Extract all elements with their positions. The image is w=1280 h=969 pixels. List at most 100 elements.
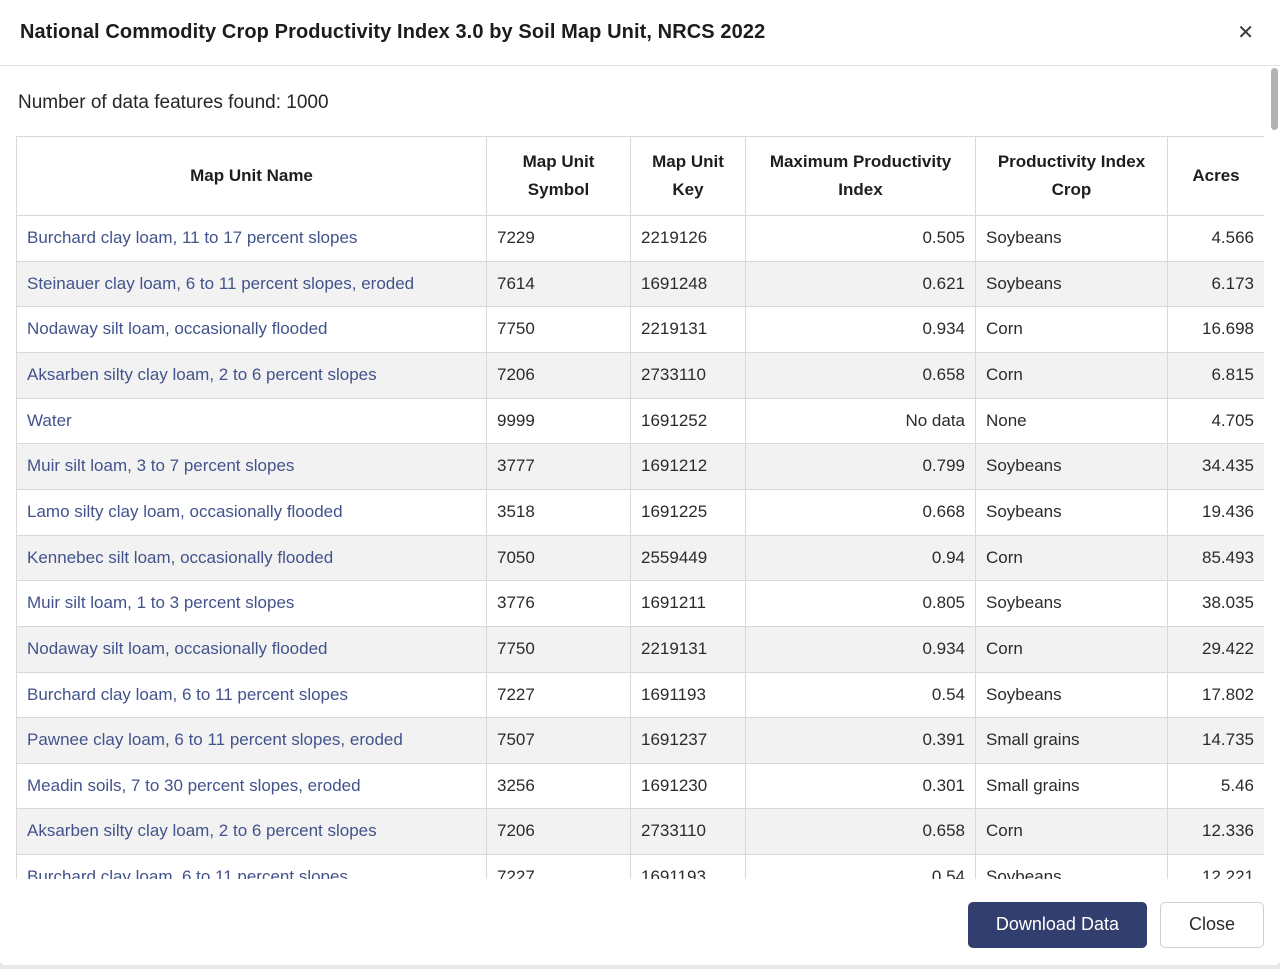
- max-productivity-index-cell: 0.799: [745, 443, 976, 490]
- table-row: Meadin soils, 7 to 30 percent slopes, er…: [16, 762, 1264, 810]
- map-unit-symbol-cell: 7227: [486, 671, 631, 719]
- acres-cell: 12.336: [1167, 808, 1264, 856]
- column-header-acres: Acres: [1167, 136, 1264, 217]
- productivity-index-crop-cell: Corn: [975, 625, 1168, 673]
- map-unit-name-cell[interactable]: Water: [16, 397, 487, 445]
- download-data-button[interactable]: Download Data: [967, 901, 1147, 948]
- modal-body: Number of data features found: 1000 Map …: [0, 92, 1280, 879]
- table-body: Burchard clay loam, 11 to 17 percent slo…: [16, 215, 1264, 879]
- map-unit-key-cell: 1691211: [630, 580, 746, 627]
- map-unit-name-cell[interactable]: Burchard clay loam, 6 to 11 percent slop…: [16, 671, 487, 719]
- map-unit-name-cell[interactable]: Muir silt loam, 3 to 7 percent slopes: [16, 443, 487, 490]
- map-unit-name-cell[interactable]: Nodaway silt loam, occasionally flooded: [16, 306, 487, 354]
- max-productivity-index-cell: 0.658: [745, 808, 976, 856]
- max-productivity-index-cell: 0.934: [745, 625, 976, 673]
- map-unit-symbol-cell: 3777: [486, 443, 631, 490]
- table-row: Burchard clay loam, 6 to 11 percent slop…: [16, 854, 1264, 879]
- column-header-map-unit-key: Map Unit Key: [630, 136, 746, 217]
- map-unit-key-cell: 1691212: [630, 443, 746, 490]
- scrollbar-thumb[interactable]: [1271, 68, 1278, 130]
- productivity-index-crop-cell: Corn: [975, 534, 1168, 582]
- map-unit-key-cell: 1691230: [630, 762, 746, 810]
- column-header-max-productivity-index: Maximum Productivity Index: [745, 136, 976, 217]
- map-unit-name-cell[interactable]: Lamo silty clay loam, occasionally flood…: [16, 488, 487, 536]
- map-unit-key-cell: 1691193: [630, 671, 746, 719]
- map-unit-key-cell: 2219131: [630, 625, 746, 673]
- map-unit-name-cell[interactable]: Aksarben silty clay loam, 2 to 6 percent…: [16, 808, 487, 856]
- table-row: Burchard clay loam, 6 to 11 percent slop…: [16, 671, 1264, 719]
- map-unit-name-cell[interactable]: Steinauer clay loam, 6 to 11 percent slo…: [16, 260, 487, 308]
- table-row: Muir silt loam, 1 to 3 percent slopes 377…: [16, 580, 1264, 627]
- max-productivity-index-cell: 0.621: [745, 260, 976, 308]
- table-row: Kennebec silt loam, occasionally flooded…: [16, 534, 1264, 582]
- map-unit-symbol-cell: 7227: [486, 854, 631, 879]
- acres-cell: 4.705: [1167, 397, 1264, 445]
- map-unit-name-cell[interactable]: Nodaway silt loam, occasionally flooded: [16, 625, 487, 673]
- acres-cell: 17.802: [1167, 671, 1264, 719]
- productivity-index-crop-cell: Soybeans: [975, 215, 1168, 262]
- table-row: Pawnee clay loam, 6 to 11 percent slopes…: [16, 717, 1264, 764]
- max-productivity-index-cell: 0.54: [745, 854, 976, 879]
- acres-cell: 29.422: [1167, 625, 1264, 673]
- map-unit-symbol-cell: 7507: [486, 717, 631, 764]
- modal-header: National Commodity Crop Productivity Ind…: [0, 0, 1280, 66]
- acres-cell: 6.173: [1167, 260, 1264, 308]
- productivity-index-crop-cell: Corn: [975, 352, 1168, 399]
- acres-cell: 19.436: [1167, 488, 1264, 536]
- map-unit-symbol-cell: 7750: [486, 306, 631, 354]
- map-unit-name-cell[interactable]: Burchard clay loam, 11 to 17 percent slo…: [16, 215, 487, 262]
- column-header-map-unit-symbol: Map Unit Symbol: [486, 136, 631, 217]
- map-unit-key-cell: 2219126: [630, 215, 746, 262]
- productivity-index-crop-cell: Soybeans: [975, 671, 1168, 719]
- map-unit-key-cell: 1691252: [630, 397, 746, 445]
- productivity-index-crop-cell: Corn: [975, 306, 1168, 354]
- map-unit-key-cell: 2733110: [630, 808, 746, 856]
- table-row: Nodaway silt loam, occasionally flooded 7…: [16, 306, 1264, 354]
- map-unit-symbol-cell: 3256: [486, 762, 631, 810]
- map-unit-symbol-cell: 3518: [486, 488, 631, 536]
- max-productivity-index-cell: 0.934: [745, 306, 976, 354]
- close-icon[interactable]: ✕: [1233, 19, 1258, 47]
- max-productivity-index-cell: 0.668: [745, 488, 976, 536]
- max-productivity-index-cell: 0.54: [745, 671, 976, 719]
- map-unit-key-cell: 1691225: [630, 488, 746, 536]
- map-unit-name-cell[interactable]: Pawnee clay loam, 6 to 11 percent slopes…: [16, 717, 487, 764]
- data-table-modal: National Commodity Crop Productivity Ind…: [0, 0, 1280, 965]
- feature-count-text: Number of data features found: 1000: [18, 92, 329, 113]
- acres-cell: 5.46: [1167, 762, 1264, 810]
- max-productivity-index-cell: 0.805: [745, 580, 976, 627]
- acres-cell: 85.493: [1167, 534, 1264, 582]
- map-unit-symbol-cell: 7050: [486, 534, 631, 582]
- close-button[interactable]: Close: [1159, 901, 1264, 948]
- max-productivity-index-cell: 0.658: [745, 352, 976, 399]
- table-row: Water 9999 1691252 No data None 4.705: [16, 397, 1264, 445]
- map-unit-key-cell: 1691193: [630, 854, 746, 879]
- map-unit-key-cell: 1691248: [630, 260, 746, 308]
- map-unit-symbol-cell: 9999: [486, 397, 631, 445]
- productivity-index-crop-cell: Small grains: [975, 762, 1168, 810]
- productivity-index-crop-cell: Soybeans: [975, 260, 1168, 308]
- map-unit-key-cell: 2733110: [630, 352, 746, 399]
- soil-map-unit-table: Map Unit Name Map Unit Symbol Map Unit K…: [16, 136, 1264, 879]
- table-row: Lamo silty clay loam, occasionally flood…: [16, 488, 1264, 536]
- map-unit-symbol-cell: 3776: [486, 580, 631, 627]
- map-unit-key-cell: 2219131: [630, 306, 746, 354]
- max-productivity-index-cell: No data: [745, 397, 976, 445]
- map-unit-name-cell[interactable]: Burchard clay loam, 6 to 11 percent slop…: [16, 854, 487, 879]
- table-row: Muir silt loam, 3 to 7 percent slopes 377…: [16, 443, 1264, 490]
- acres-cell: 4.566: [1167, 215, 1264, 262]
- max-productivity-index-cell: 0.94: [745, 534, 976, 582]
- map-unit-name-cell[interactable]: Aksarben silty clay loam, 2 to 6 percent…: [16, 352, 487, 399]
- map-unit-name-cell[interactable]: Kennebec silt loam, occasionally flooded: [16, 534, 487, 582]
- map-unit-name-cell[interactable]: Meadin soils, 7 to 30 percent slopes, er…: [16, 762, 487, 810]
- table-row: Aksarben silty clay loam, 2 to 6 percent…: [16, 352, 1264, 399]
- modal-title: National Commodity Crop Productivity Ind…: [20, 21, 766, 43]
- table-row: Nodaway silt loam, occasionally flooded 7…: [16, 625, 1264, 673]
- table-row: Aksarben silty clay loam, 2 to 6 percent…: [16, 808, 1264, 856]
- acres-cell: 38.035: [1167, 580, 1264, 627]
- map-unit-name-cell[interactable]: Muir silt loam, 1 to 3 percent slopes: [16, 580, 487, 627]
- map-unit-symbol-cell: 7229: [486, 215, 631, 262]
- table-viewport[interactable]: Map Unit Name Map Unit Symbol Map Unit K…: [16, 136, 1264, 879]
- productivity-index-crop-cell: Small grains: [975, 717, 1168, 764]
- max-productivity-index-cell: 0.391: [745, 717, 976, 764]
